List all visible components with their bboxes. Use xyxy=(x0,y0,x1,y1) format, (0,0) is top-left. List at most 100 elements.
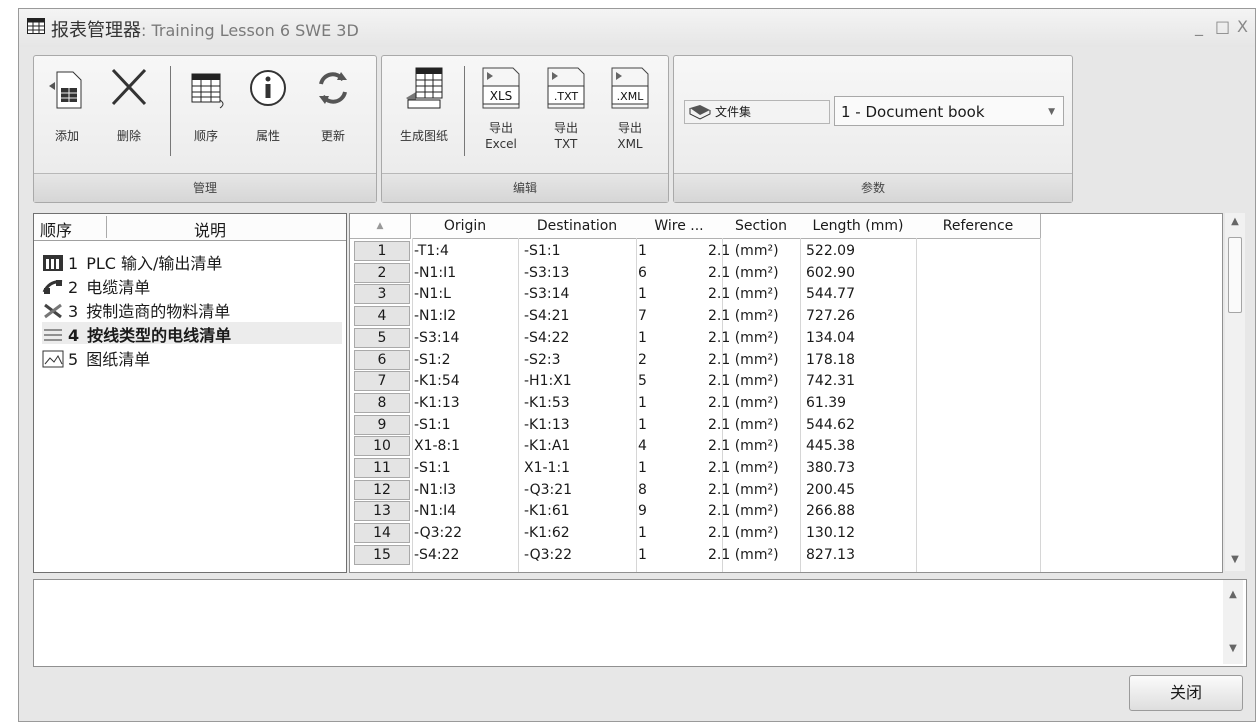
add-button[interactable]: 添加 xyxy=(42,64,92,144)
scroll-up-icon[interactable]: ▲ xyxy=(1223,586,1243,604)
cell-wire: 1 xyxy=(638,394,647,411)
column-separator xyxy=(106,216,107,238)
scroll-down-icon[interactable]: ▼ xyxy=(1225,551,1245,569)
cell-length: 61.39 xyxy=(806,394,847,411)
generate-drawing-button[interactable]: 生成图纸 xyxy=(388,64,460,144)
bottom-panel-scrollbar[interactable]: ▲ ▼ xyxy=(1223,580,1243,664)
column-header-5[interactable]: Reference xyxy=(916,214,1041,239)
sort-indicator[interactable]: ▲ xyxy=(350,214,411,239)
ribbon-group-edit: 生成图纸 XLS 导出 Excel .TXT 导出 TXT .XML 导出 XM… xyxy=(381,55,669,203)
export-xml-label-line2: XML xyxy=(617,137,643,151)
table-row[interactable]: 9 -S1:1 -K1:13 1 2.1 (mm²) 544.62 xyxy=(350,414,1222,436)
column-header-4[interactable]: Length (mm) xyxy=(800,214,917,239)
cell-origin: -S1:2 xyxy=(414,351,451,368)
add-label: 添加 xyxy=(54,129,79,143)
wire-list-icon xyxy=(42,326,64,344)
cell-dest: -S4:22 xyxy=(524,329,570,346)
column-header-1[interactable]: Destination xyxy=(518,214,637,239)
txt-tag: .TXT xyxy=(554,90,579,103)
table-row[interactable]: 3 -N1:L -S3:14 1 2.1 (mm²) 544.77 xyxy=(350,283,1222,305)
generate-drawing-label: 生成图纸 xyxy=(399,129,448,143)
report-item-number: 4 xyxy=(68,326,80,345)
table-row[interactable]: 2 -N1:I1 -S3:13 6 2.1 (mm²) 602.90 xyxy=(350,262,1222,284)
scroll-up-icon[interactable]: ▲ xyxy=(1225,213,1245,231)
scroll-down-icon[interactable]: ▼ xyxy=(1223,640,1243,658)
plc-icon xyxy=(42,254,64,272)
table-row[interactable]: 14 -Q3:22 -K1:62 1 2.1 (mm²) 130.12 xyxy=(350,522,1222,544)
document-set-label-text: 文件集 xyxy=(715,105,752,119)
report-item-5[interactable]: 5 图纸清单 xyxy=(42,346,342,369)
cell-origin: -N1:I3 xyxy=(414,481,457,498)
cell-origin: -Q3:22 xyxy=(414,525,463,542)
cell-length: 380.73 xyxy=(806,460,855,476)
order-button[interactable]: 顺序 xyxy=(180,64,232,144)
cell-wire: 1 xyxy=(638,546,647,563)
export-excel-button[interactable]: XLS 导出 Excel xyxy=(472,64,530,152)
ribbon-separator xyxy=(464,66,465,156)
book-icon xyxy=(689,105,711,120)
tools-icon xyxy=(42,302,64,320)
cell-wire: 8 xyxy=(638,481,647,498)
update-button[interactable]: 更新 xyxy=(306,64,360,144)
table-row[interactable]: 7 -K1:54 -H1:X1 5 2.1 (mm²) 742.31 xyxy=(350,370,1222,392)
table-row[interactable]: 13 -N1:I4 -K1:61 9 2.1 (mm²) 266.88 xyxy=(350,500,1222,522)
report-item-3[interactable]: 3 按制造商的物料清单 xyxy=(42,298,342,321)
report-item-1[interactable]: 1 PLC 输入/输出清单 xyxy=(42,250,342,273)
table-row[interactable]: 4 -N1:I2 -S4:21 7 2.1 (mm²) 727.26 xyxy=(350,305,1222,327)
report-item-4[interactable]: 4 按线类型的电线清单 xyxy=(42,322,342,345)
row-number: 3 xyxy=(354,284,410,305)
properties-button[interactable]: 属性 xyxy=(242,64,294,144)
cell-wire: 1 xyxy=(638,416,647,433)
report-item-2[interactable]: 2 电缆清单 xyxy=(42,274,342,297)
export-xml-button[interactable]: .XML 导出 XML xyxy=(602,64,658,152)
row-number: 13 xyxy=(354,501,410,522)
cell-wire: 1 xyxy=(638,460,647,476)
cell-length: 602.90 xyxy=(806,264,855,281)
row-number: 6 xyxy=(354,349,410,370)
xls-file-icon: XLS xyxy=(482,67,520,109)
header-description[interactable]: 说明 xyxy=(194,217,226,241)
document-set-label: 文件集 xyxy=(684,100,830,124)
cell-dest: -K1:13 xyxy=(524,416,570,433)
table-row[interactable]: 1 -T1:4 -S1:1 1 2.1 (mm²) 522.09 xyxy=(350,240,1222,262)
cell-wire: 2 xyxy=(638,351,647,368)
cell-dest: -H1:X1 xyxy=(524,373,572,390)
cell-dest: -S1:1 xyxy=(524,243,561,259)
table-row[interactable]: 6 -S1:2 -S2:3 2 2.1 (mm²) 178.18 xyxy=(350,349,1222,371)
grid-vertical-scrollbar[interactable]: ▲ ▼ xyxy=(1225,213,1245,571)
close-window-button[interactable]: X xyxy=(1237,17,1248,36)
table-row[interactable]: 11 -S1:1 X1-1:1 1 2.1 (mm²) 380.73 xyxy=(350,457,1222,479)
row-number: 2 xyxy=(354,262,410,283)
table-row[interactable]: 15 -S4:22 -Q3:22 1 2.1 (mm²) 827.13 xyxy=(350,544,1222,566)
column-header-0[interactable]: Origin xyxy=(412,214,519,239)
table-row[interactable]: 8 -K1:13 -K1:53 1 2.1 (mm²) 61.39 xyxy=(350,392,1222,414)
document-set-dropdown[interactable]: 1 - Document book ▼ xyxy=(834,96,1064,126)
cell-origin: -N1:I4 xyxy=(414,503,457,520)
cell-section: 2.1 (mm²) xyxy=(708,394,779,411)
minimize-button[interactable]: _ xyxy=(1195,17,1203,36)
window-title: 报表管理器: Training Lesson 6 SWE 3D xyxy=(51,16,359,42)
cell-wire: 7 xyxy=(638,308,647,325)
column-header-2[interactable]: Wire ... xyxy=(636,214,723,239)
delete-x-icon xyxy=(111,68,147,106)
maximize-button[interactable]: □ xyxy=(1215,17,1230,36)
table-row[interactable]: 5 -S3:14 -S4:22 1 2.1 (mm²) 134.04 xyxy=(350,327,1222,349)
cell-origin: -S4:22 xyxy=(414,546,460,563)
column-header-3[interactable]: Section xyxy=(722,214,801,239)
close-button[interactable]: 关闭 xyxy=(1129,675,1243,711)
report-item-label: PLC 输入/输出清单 xyxy=(86,254,223,273)
cell-origin: -S3:14 xyxy=(414,329,460,346)
scroll-thumb[interactable] xyxy=(1228,237,1242,313)
table-row[interactable]: 12 -N1:I3 -Q3:21 8 2.1 (mm²) 200.45 xyxy=(350,479,1222,501)
ribbon-separator xyxy=(170,66,171,156)
header-order[interactable]: 顺序 xyxy=(40,217,72,241)
export-txt-button[interactable]: .TXT 导出 TXT xyxy=(538,64,594,152)
cell-origin: -K1:13 xyxy=(414,394,460,411)
cell-dest: -S3:14 xyxy=(524,286,570,303)
delete-button[interactable]: 删除 xyxy=(104,64,154,144)
cell-section: 2.1 (mm²) xyxy=(708,373,779,390)
row-number: 1 xyxy=(354,241,410,261)
export-excel-label-line2: Excel xyxy=(485,137,517,151)
window-title-document: : Training Lesson 6 SWE 3D xyxy=(141,21,359,40)
table-row[interactable]: 10 X1-8:1 -K1:A1 4 2.1 (mm²) 445.38 xyxy=(350,435,1222,457)
